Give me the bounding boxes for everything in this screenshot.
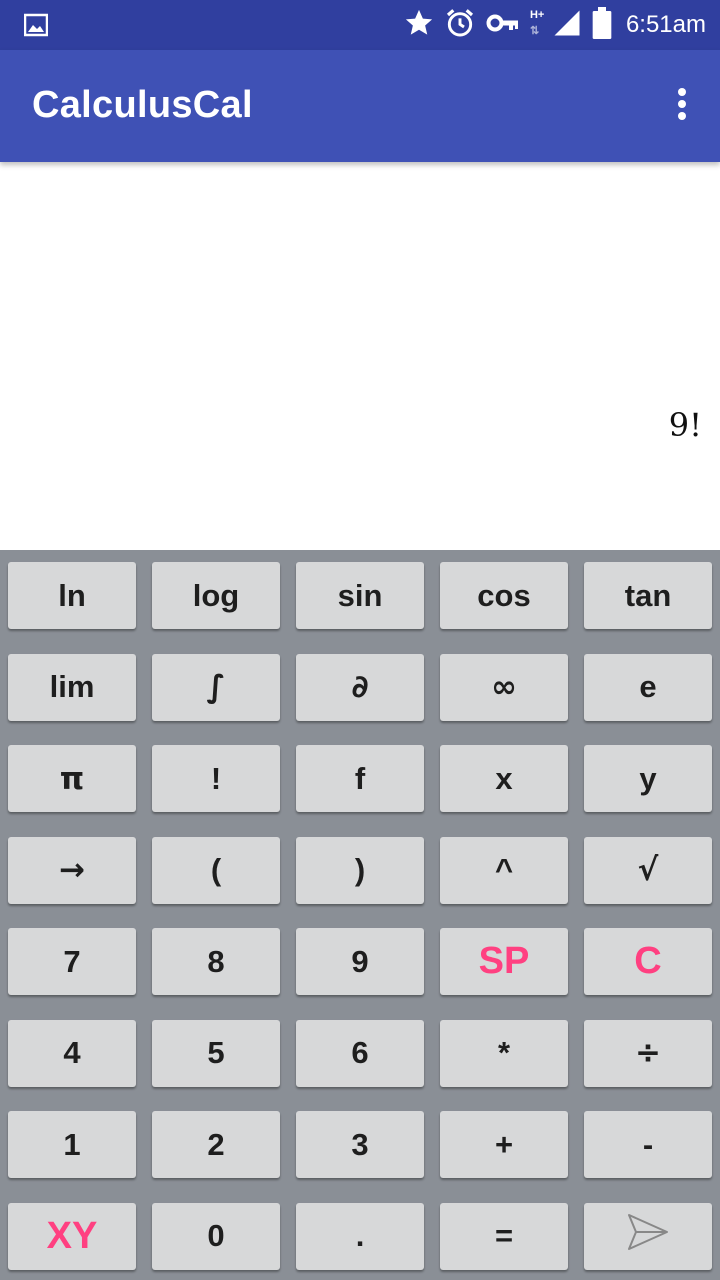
key-label: SP (478, 940, 530, 982)
send-icon (626, 1212, 670, 1260)
key-sin[interactable]: sin (296, 562, 424, 629)
key-infinity[interactable]: ∞ (440, 653, 568, 721)
key-label: sin (337, 577, 383, 613)
key-label: 1 (63, 1126, 81, 1162)
vpn-key-icon (486, 11, 520, 40)
key-open-paren[interactable]: ( (152, 836, 280, 904)
image-icon (23, 13, 49, 42)
key-integral[interactable]: ∫ (152, 653, 280, 721)
key-0[interactable]: 0 (152, 1202, 280, 1270)
key-label: log (192, 577, 240, 613)
key-space[interactable]: SP (440, 928, 568, 995)
status-bar: H+ ⇅ 6:51am (0, 0, 720, 50)
key-x[interactable]: x (440, 745, 568, 812)
key-label: e (639, 669, 657, 704)
key-label: C (634, 940, 662, 982)
key-label: 2 (207, 1126, 225, 1162)
battery-icon (592, 6, 612, 44)
key-multiply[interactable]: * (440, 1019, 568, 1087)
key-label: 7 (63, 943, 81, 979)
key-9[interactable]: 9 (296, 928, 424, 995)
app-bar: CalculusCal (0, 50, 720, 162)
key-2[interactable]: 2 (152, 1111, 280, 1178)
key-label: 0 (207, 1218, 225, 1253)
key-power[interactable]: ^ (440, 836, 568, 904)
key-f[interactable]: f (296, 745, 424, 812)
key-label: ÷ (635, 1035, 661, 1071)
key-label: ln (58, 577, 86, 613)
key-decimal[interactable]: . (296, 1202, 424, 1270)
key-arrow[interactable]: → (8, 836, 136, 904)
key-5[interactable]: 5 (152, 1019, 280, 1087)
key-label: * (497, 1035, 511, 1070)
key-ln[interactable]: ln (8, 562, 136, 629)
key-sqrt[interactable]: √ (584, 836, 712, 904)
key-label: cos (477, 577, 531, 613)
expression-display: 9! (0, 162, 720, 550)
key-label: π (59, 760, 85, 797)
key-close-paren[interactable]: ) (296, 836, 424, 904)
key-1[interactable]: 1 (8, 1111, 136, 1178)
alarm-icon (444, 7, 476, 44)
status-time: 6:51am (625, 11, 706, 38)
key-7[interactable]: 7 (8, 928, 136, 995)
key-cos[interactable]: cos (440, 562, 568, 629)
key-label: f (354, 760, 366, 796)
key-label: + (494, 1126, 514, 1162)
key-factorial[interactable]: ! (152, 745, 280, 812)
key-label: 3 (351, 1126, 369, 1162)
key-divide[interactable]: ÷ (584, 1019, 712, 1087)
network-type-label: H+ ⇅ (529, 9, 545, 37)
key-label: ∞ (491, 669, 517, 705)
key-minus[interactable]: - (584, 1111, 712, 1178)
key-8[interactable]: 8 (152, 928, 280, 995)
key-clear[interactable]: C (584, 928, 712, 995)
star-icon (404, 8, 434, 43)
key-label: tan (624, 577, 672, 613)
key-label: XY (46, 1214, 98, 1257)
app-title: CalculusCal (32, 84, 253, 126)
key-equals[interactable]: = (440, 1202, 568, 1270)
key-label: ! (210, 760, 222, 796)
keypad: ln log sin cos tan lim ∫ ∂ ∞ e π! f x y → () ^ √ 7 8 9 SP C 4 5 6… (0, 550, 720, 1280)
key-label: . (355, 1218, 365, 1253)
key-partial[interactable]: ∂ (296, 653, 424, 721)
key-label: ∂ (351, 669, 369, 705)
key-label: 9 (351, 943, 369, 979)
key-pi[interactable]: π (8, 745, 136, 812)
key-lim[interactable]: lim (8, 653, 136, 721)
key-label: x (495, 760, 513, 796)
key-label: 8 (207, 943, 225, 979)
overflow-menu-icon[interactable] (672, 86, 692, 126)
key-label: - (642, 1126, 654, 1162)
key-label: 4 (63, 1035, 81, 1070)
status-icons: H+ ⇅ 6:51am (394, 0, 706, 50)
key-label: ( (210, 852, 222, 887)
key-6[interactable]: 6 (296, 1019, 424, 1087)
key-label: y (639, 760, 657, 796)
key-label: = (494, 1218, 514, 1253)
key-label: ^ (494, 852, 514, 887)
send-button[interactable] (584, 1202, 712, 1270)
key-plus[interactable]: + (440, 1111, 568, 1178)
signal-icon (552, 8, 582, 43)
key-log[interactable]: log (152, 562, 280, 629)
expression-text: 9! (668, 406, 702, 444)
key-tan[interactable]: tan (584, 562, 712, 629)
key-xy[interactable]: XY (8, 1202, 136, 1270)
key-label: 6 (351, 1035, 369, 1070)
key-label: √ (637, 852, 659, 888)
key-4[interactable]: 4 (8, 1019, 136, 1087)
key-3[interactable]: 3 (296, 1111, 424, 1178)
key-label: ∫ (206, 669, 226, 705)
key-label: → (59, 852, 85, 888)
key-y[interactable]: y (584, 745, 712, 812)
key-e[interactable]: e (584, 653, 712, 721)
key-label: 5 (207, 1035, 225, 1070)
key-label: ) (354, 852, 366, 887)
key-label: lim (49, 669, 95, 704)
